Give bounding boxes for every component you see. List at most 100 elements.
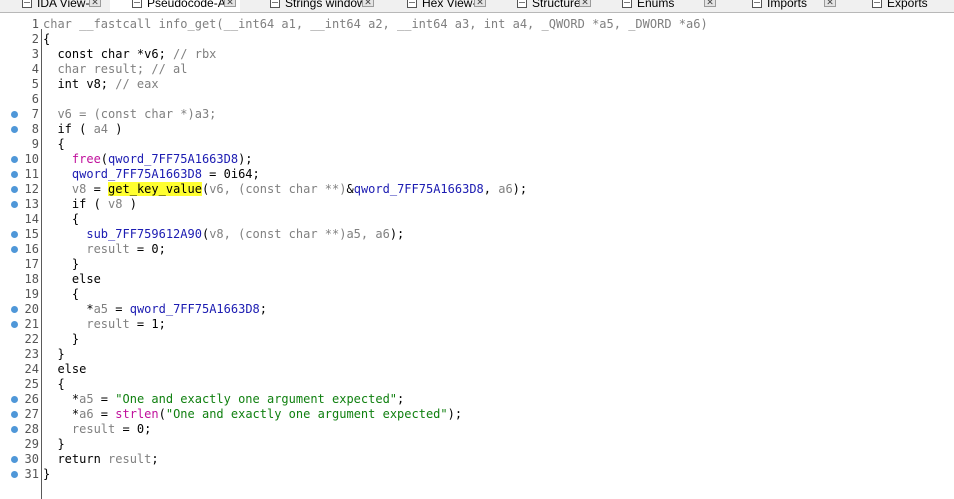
code-text[interactable]: *a6 = strlen("One and exactly one argume…	[43, 407, 462, 422]
code-line[interactable]: 24 else	[0, 362, 954, 377]
code-token[interactable]: *	[43, 392, 79, 406]
code-text[interactable]: {	[43, 32, 50, 47]
code-token[interactable]: = 0i64;	[202, 167, 260, 181]
code-token[interactable]: );	[390, 227, 404, 241]
code-text[interactable]: {	[43, 377, 64, 392]
code-line[interactable]: 8 if ( a4 )	[0, 122, 954, 137]
close-tab-icon[interactable]: ✕	[224, 0, 236, 7]
code-text[interactable]: sub_7FF759612A90(v8, (const char **)a5, …	[43, 227, 404, 242]
code-text[interactable]: free(qword_7FF75A1663D8);	[43, 152, 253, 167]
code-token[interactable]: char result; // al	[43, 62, 187, 76]
code-token[interactable]: )	[108, 122, 122, 136]
code-text[interactable]: }	[43, 437, 64, 452]
code-token[interactable]: *	[43, 302, 93, 316]
pseudocode-view[interactable]: 1 char __fastcall info_get(__int64 a1, __…	[0, 13, 954, 499]
close-tab-icon[interactable]: ✕	[824, 0, 836, 7]
code-token[interactable]: a6	[498, 182, 512, 196]
code-token[interactable]: {	[43, 287, 79, 301]
close-tab-icon[interactable]: ✕	[474, 0, 486, 7]
code-text[interactable]: }	[43, 257, 79, 272]
code-token[interactable]: {	[43, 212, 79, 226]
code-text[interactable]: *a5 = qword_7FF75A1663D8;	[43, 302, 267, 317]
code-line[interactable]: 15 sub_7FF759612A90(v8, (const char **)a…	[0, 227, 954, 242]
code-line[interactable]: 10 free(qword_7FF75A1663D8);	[0, 152, 954, 167]
code-text[interactable]: else	[43, 362, 86, 377]
code-line[interactable]: 17 }	[0, 257, 954, 272]
code-token[interactable]: sub_7FF759612A90	[43, 227, 202, 241]
code-token[interactable]: (	[159, 407, 166, 421]
code-token[interactable]: =	[86, 182, 108, 196]
code-line[interactable]: 22 }	[0, 332, 954, 347]
exports-tab[interactable]: Exports	[850, 0, 954, 12]
code-token[interactable]: {	[43, 32, 50, 46]
code-token[interactable]: )	[122, 197, 137, 211]
code-line[interactable]: 28 result = 0;	[0, 422, 954, 437]
code-text[interactable]: result = 0;	[43, 242, 166, 257]
code-line[interactable]: 5 int v8; // eax	[0, 77, 954, 92]
code-text[interactable]: if ( a4 )	[43, 122, 122, 137]
code-token[interactable]: =	[94, 407, 116, 421]
code-token[interactable]: a6	[79, 407, 93, 421]
code-token[interactable]: (	[101, 152, 108, 166]
code-line[interactable]: 11 qword_7FF75A1663D8 = 0i64;	[0, 167, 954, 182]
code-text[interactable]: else	[43, 272, 101, 287]
code-text[interactable]: return result;	[43, 452, 158, 467]
code-token[interactable]: // eax	[115, 77, 158, 91]
pseudocode-tab[interactable]: Pseudocode-A ✕	[110, 0, 240, 12]
close-tab-icon[interactable]: ✕	[704, 0, 716, 7]
code-token[interactable]: "One and exactly one argument expected"	[166, 407, 448, 421]
code-line[interactable]: 25 {	[0, 377, 954, 392]
code-line[interactable]: 18 else	[0, 272, 954, 287]
code-token[interactable]: );	[238, 152, 252, 166]
code-text[interactable]: char __fastcall info_get(__int64 a1, __i…	[43, 17, 708, 32]
code-line[interactable]: 6	[0, 92, 954, 107]
code-line[interactable]: 23 }	[0, 347, 954, 362]
code-line[interactable]: 21 result = 1;	[0, 317, 954, 332]
code-token[interactable]: =	[108, 302, 130, 316]
code-token[interactable]: if (	[43, 197, 108, 211]
code-token[interactable]: = 0;	[130, 242, 166, 256]
code-token[interactable]: free	[43, 152, 101, 166]
code-text[interactable]: v8 = get_key_value(v6, (const char **)&q…	[43, 182, 527, 197]
structures-tab[interactable]: Structures ✕	[495, 0, 595, 12]
code-token[interactable]: qword_7FF75A1663D8	[43, 167, 202, 181]
code-token[interactable]: ;	[260, 302, 267, 316]
code-token[interactable]: qword_7FF75A1663D8	[354, 182, 484, 196]
code-line[interactable]: 31}	[0, 467, 954, 482]
code-token[interactable]: else	[43, 272, 101, 286]
code-text[interactable]: result = 0;	[43, 422, 151, 437]
code-line[interactable]: 13 if ( v8 )	[0, 197, 954, 212]
code-token[interactable]: v6, (const char **)	[209, 182, 346, 196]
code-token[interactable]: );	[513, 182, 527, 196]
code-text[interactable]: v6 = (const char *)a3;	[43, 107, 216, 122]
code-line[interactable]: 4 char result; // al	[0, 62, 954, 77]
code-token[interactable]: a4	[94, 122, 108, 136]
code-token[interactable]: const char *v6;	[43, 47, 173, 61]
code-token[interactable]: if (	[43, 122, 94, 136]
code-token[interactable]: result	[43, 317, 129, 331]
code-line[interactable]: 2{	[0, 32, 954, 47]
close-tab-icon[interactable]: ✕	[89, 0, 101, 7]
code-token[interactable]: strlen	[115, 407, 158, 421]
hex-view-tab[interactable]: Hex View-1 ✕	[385, 0, 490, 12]
code-token[interactable]: qword_7FF75A1663D8	[130, 302, 260, 316]
code-token[interactable]: = 0;	[115, 422, 151, 436]
code-token[interactable]: ,	[484, 182, 498, 196]
code-token[interactable]: {	[43, 137, 64, 151]
code-token[interactable]: }	[43, 257, 79, 271]
code-token[interactable]: );	[448, 407, 462, 421]
code-token[interactable]: *	[43, 407, 79, 421]
code-line[interactable]: 3 const char *v6; // rbx	[0, 47, 954, 62]
code-token[interactable]: =	[94, 392, 116, 406]
code-text[interactable]: *a5 = "One and exactly one argument expe…	[43, 392, 404, 407]
code-token[interactable]: }	[43, 347, 64, 361]
highlighted-identifier[interactable]: get_key_value	[108, 182, 202, 196]
code-text[interactable]: const char *v6; // rbx	[43, 47, 216, 62]
code-line[interactable]: 19 {	[0, 287, 954, 302]
imports-tab[interactable]: Imports ✕	[730, 0, 840, 12]
code-token[interactable]: ;	[397, 392, 404, 406]
code-text[interactable]: }	[43, 347, 64, 362]
code-line[interactable]: 9 {	[0, 137, 954, 152]
code-line[interactable]: 7 v6 = (const char *)a3;	[0, 107, 954, 122]
code-line[interactable]: 12 v8 = get_key_value(v6, (const char **…	[0, 182, 954, 197]
